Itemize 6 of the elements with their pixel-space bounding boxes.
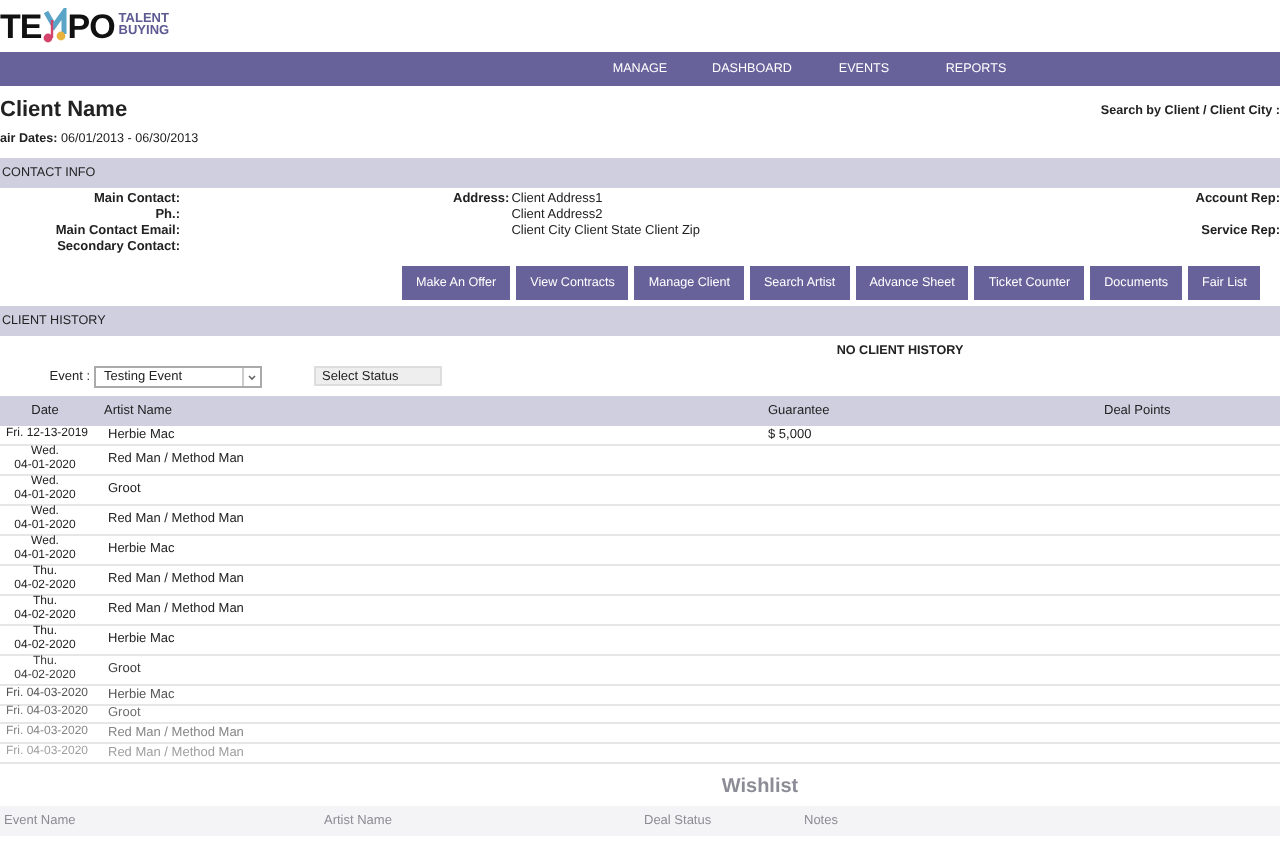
music-note-icon (41, 8, 68, 44)
logo-text: TE (0, 9, 42, 43)
logo-text: PO (67, 9, 115, 43)
section-title: Wishlist (719, 775, 801, 798)
caret-icon (242, 367, 260, 385)
page-title: Client Name (0, 98, 128, 122)
